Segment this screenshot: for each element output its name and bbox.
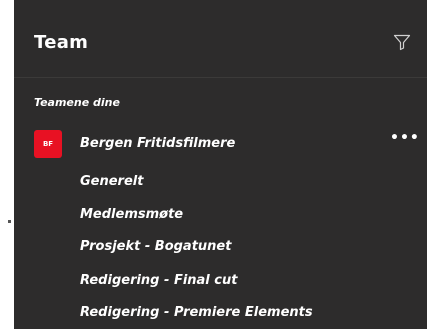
channel-item[interactable]: Medlemsmøte — [80, 207, 183, 222]
channel-item[interactable]: Redigering - Final cut — [80, 273, 237, 288]
teams-panel: Team Teamene dine BF Bergen Fritidsfilme… — [14, 0, 427, 329]
team-name: Bergen Fritidsfilmere — [80, 136, 236, 151]
panel-header: Team — [14, 0, 427, 78]
edge-mark — [8, 220, 11, 223]
channel-item[interactable]: Prosjekt - Bogatunet — [80, 239, 231, 254]
channel-item[interactable]: Generelt — [80, 174, 143, 189]
team-item-bergen-fritidsfilmere[interactable]: BF Bergen Fritidsfilmere ••• — [14, 128, 427, 160]
page-title: Team — [34, 32, 89, 53]
team-avatar: BF — [34, 130, 62, 158]
channel-item[interactable]: Redigering - Premiere Elements — [80, 305, 313, 320]
more-options-icon[interactable]: ••• — [390, 130, 420, 146]
filter-icon[interactable] — [392, 32, 412, 52]
section-label-your-teams: Teamene dine — [34, 96, 120, 109]
